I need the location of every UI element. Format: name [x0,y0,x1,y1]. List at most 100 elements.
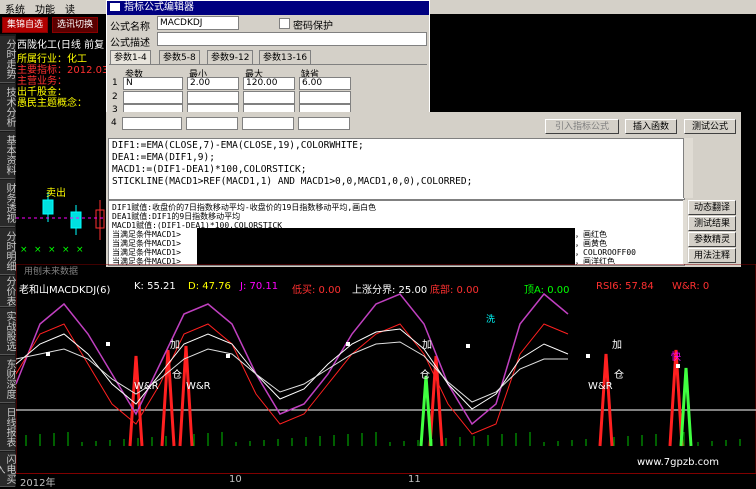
left-tab-strip: 分时走势 技术分析 基本资料 财务透视 分时明细 分价表 实战股选 东财深度 日… [0,34,16,487]
row-index: 2 [112,92,118,102]
code-scrollbar[interactable] [683,138,693,198]
usage-notes-button[interactable]: 用法注释 [688,248,736,263]
tab-params-5-8[interactable]: 参数5-8 [159,50,200,65]
dot-marker [46,352,50,356]
tab-params-13-16[interactable]: 参数13-16 [259,50,312,65]
dialog-titlebar: 指标公式编辑器 [107,1,429,15]
name-label: 公式名称 [110,22,150,33]
favorites-button[interactable]: 集锦自选 [2,17,48,33]
password-label: 密码保护 [293,21,333,32]
desc-label: 公式描述 [110,38,150,49]
desc-input[interactable] [157,32,427,46]
password-checkbox[interactable] [279,18,290,29]
svg-text:×: × [62,245,70,255]
tab-depth[interactable]: 东财深度 [0,356,15,403]
param-min-input[interactable]: 2.00 [187,77,239,90]
param-min-input[interactable] [187,91,239,104]
red-sticks [128,345,693,447]
param-name-input[interactable] [122,117,182,130]
wr-marker: W&R [588,381,613,392]
add-label: 加 [170,340,180,351]
dot-marker [676,364,680,368]
svg-text:×: × [20,245,28,255]
dialog-title: 指标公式编辑器 [124,2,194,13]
dot-marker [466,344,470,348]
wr-marker: W&R [134,381,159,392]
test-formula-button[interactable]: 测试公式 [684,119,736,134]
param-default-input[interactable] [298,117,350,130]
tab-stock-picking[interactable]: 实战股选 [0,308,15,355]
candle-1-body [42,199,54,215]
stock-title: 西陇化工(日线 前复 [17,40,105,51]
param-max-input[interactable]: 120.00 [243,77,295,90]
name-input[interactable]: MACDKDJ [157,16,239,30]
add-label: 加 [422,340,432,351]
dot-marker [346,342,350,346]
formula-editor-dialog: 指标公式编辑器 公式名称 MACDKDJ 密码保护 公式描述 参数1-4 参数5… [106,0,430,120]
position-label: 仓 [420,370,430,381]
code-line: MACD1:=(DIF1-DEA1)*100,COLORSTICK; [112,164,307,175]
green-spike [679,367,693,447]
position-label: 仓 [172,370,182,381]
green-spike [419,375,433,447]
red-spike [598,353,614,447]
param-max-input[interactable] [243,91,295,104]
test-result-button[interactable]: 测试结果 [688,216,736,231]
sell-marker: 卖出 [46,188,66,199]
fast-label: 快 [671,352,681,363]
tab-technical[interactable]: 技术分析 [0,84,15,131]
window-icon [110,3,120,11]
import-formula-button[interactable]: 引入指标公式 [545,119,619,134]
code-line: DIF1:=EMA(CLOSE,7)-EMA(CLOSE,19),COLORWH… [112,140,364,151]
chart-frame [16,264,756,487]
toolbar: 集锦自选 选讯切换 [0,14,106,34]
volume-ticks [25,432,741,446]
param-wizard-button[interactable]: 参数精灵 [688,232,736,247]
code-line: DEA1:=EMA(DIF1,9); [112,152,215,163]
dynamic-translate-button[interactable]: 动态翻译 [688,200,736,215]
concept-label: 愚民主题概念： [17,98,87,109]
red-line [16,323,569,435]
dot-marker [226,354,230,358]
formula-description-box: DIF1赋值:收盘价的7日指数移动平均-收盘价的19日指数移动平均,画白色 DE… [108,200,685,266]
x-markers: × × × × × [20,245,84,255]
indicator-chart [16,264,756,487]
date-month-11: 11 [408,474,421,485]
tab-daily-report[interactable]: 日线报表 [0,404,15,451]
tab-fundamentals[interactable]: 基本资料 [0,132,15,179]
param-min-input[interactable] [186,117,238,130]
param-default-input[interactable] [299,91,351,104]
info-switch-button[interactable]: 选讯切换 [52,17,98,33]
tab-price-table[interactable]: 分价表 [0,276,15,307]
wash-label: 洗 [486,315,496,325]
tab-flash-buy[interactable]: 闪电买入 [0,452,15,487]
watermark: www.7gpzb.com [637,457,719,468]
position-label: 仓 [614,370,624,381]
row-index: 1 [112,78,118,88]
code-line: STICKLINE(MACD1>REF(MACD1,1) AND MACD1>0… [112,176,473,187]
red-candles [95,200,105,240]
dot-markers [46,342,680,368]
tab-params-9-12[interactable]: 参数9-12 [207,50,254,65]
dot-marker [106,342,110,346]
param-name-input[interactable] [123,91,183,104]
wr-marker: W&R [186,381,211,392]
date-month-10: 10 [229,474,242,485]
svg-text:×: × [48,245,56,255]
date-axis [16,473,756,488]
param-default-input[interactable]: 6.00 [299,77,351,90]
redaction-block [197,228,575,265]
tab-params-1-4[interactable]: 参数1-4 [110,50,151,65]
param-name-input[interactable]: N [123,77,183,90]
param-max-input[interactable] [242,117,294,130]
row-index: 4 [111,118,117,128]
formula-code-editor[interactable]: DIF1:=EMA(CLOSE,7)-EMA(CLOSE,19),COLORWH… [108,138,685,200]
insert-function-button[interactable]: 插入函数 [625,119,677,134]
svg-text:×: × [34,245,42,255]
tab-intraday[interactable]: 分时走势 [0,36,15,83]
dot-marker [586,354,590,358]
svg-text:×: × [76,245,84,255]
tab-tick-detail[interactable]: 分时明细 [0,228,15,275]
tab-financials[interactable]: 财务透视 [0,180,15,227]
candle-2-body [70,211,82,229]
